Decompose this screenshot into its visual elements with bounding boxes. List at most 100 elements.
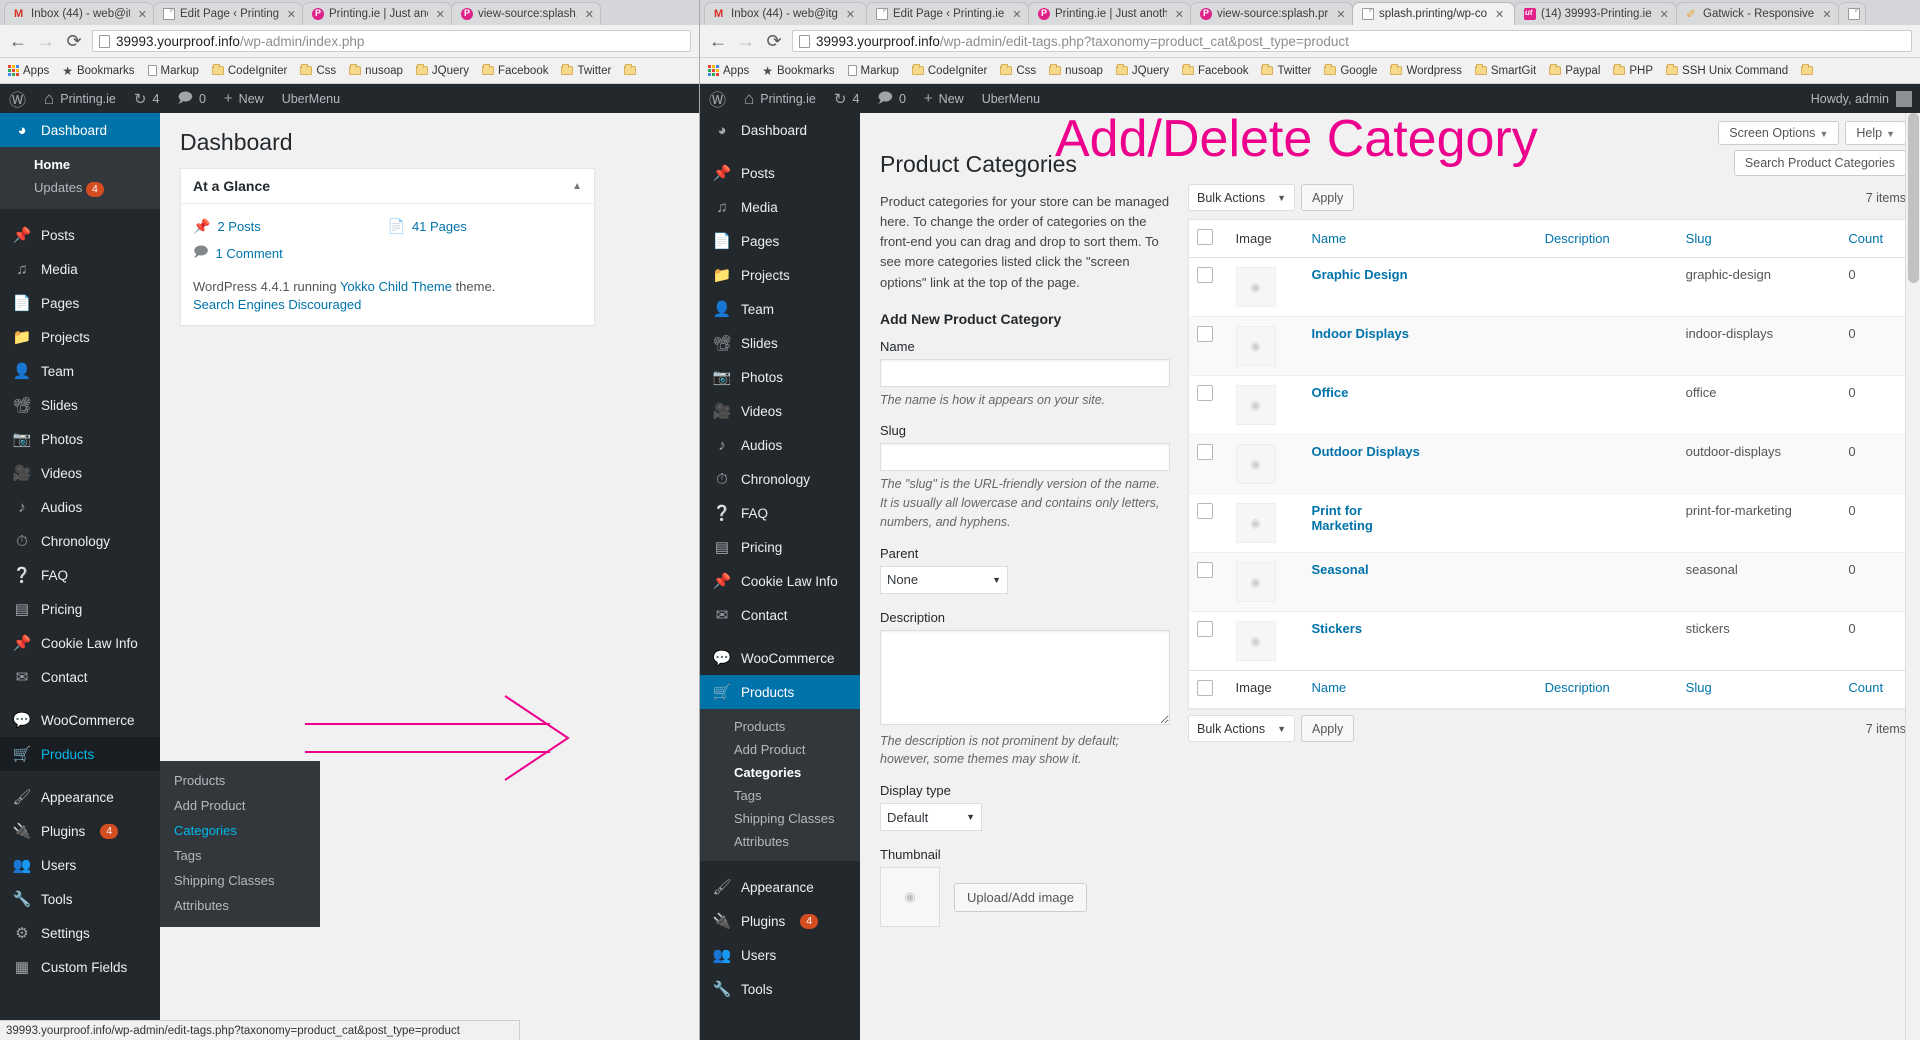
new-content-link[interactable]: New	[915, 84, 973, 113]
sidebar-item-slides[interactable]: 📽 Slides	[700, 326, 860, 360]
comments-link[interactable]: 0	[868, 84, 915, 113]
tab-inbox[interactable]: Inbox (44) - web@itg ✕	[4, 2, 154, 25]
column-header-count[interactable]: Count	[1840, 219, 1906, 258]
column-footer-slug[interactable]: Slug	[1677, 670, 1841, 709]
select-all-header[interactable]	[1188, 219, 1228, 258]
bookmark-smartgit[interactable]: SmartGit	[1474, 64, 1536, 77]
tab-splash-printing[interactable]: splash.printing/wp-co ✕	[1352, 2, 1515, 25]
sidebar-item-projects[interactable]: 📁 Projects	[700, 258, 860, 292]
sidebar-item-chronology[interactable]: ⏱ Chronology	[700, 462, 860, 496]
close-icon[interactable]: ✕	[1012, 8, 1021, 21]
bookmark-twitter[interactable]: Twitter	[1261, 64, 1311, 77]
sidebar-item-faq[interactable]: ❔ FAQ	[700, 496, 860, 530]
search-engines-link[interactable]: Search Engines Discouraged	[193, 297, 361, 312]
sidebar-item-contact[interactable]: ✉ Contact	[700, 598, 860, 632]
row-count-cell[interactable]: 0	[1840, 316, 1906, 376]
row-checkbox-cell[interactable]	[1188, 257, 1228, 317]
tab-39993-printing[interactable]: (14) 39993-Printing.ie ✕	[1514, 2, 1677, 25]
tab-view-source[interactable]: view-source:splash.pr ✕	[1190, 2, 1353, 25]
column-footer-name[interactable]: Name	[1303, 670, 1537, 709]
table-row[interactable]: ◉ Print for Marketing print-for-marketin…	[1188, 493, 1906, 553]
row-checkbox[interactable]	[1197, 562, 1213, 578]
row-checkbox[interactable]	[1197, 385, 1213, 401]
sidebar-item-products[interactable]: 🛒 Products	[0, 737, 160, 771]
row-count-cell[interactable]: 0	[1840, 257, 1906, 317]
sidebar-item-slides[interactable]: 📽 Slides	[0, 388, 160, 422]
bookmark-css[interactable]: Css	[1000, 64, 1036, 77]
tab-edit-page[interactable]: Edit Page ‹ Printing.ie ✕	[153, 2, 303, 25]
updates-link[interactable]: 4	[125, 84, 169, 113]
bookmark-paypal[interactable]: Paypal	[1549, 64, 1600, 77]
sidebar-item-plugins[interactable]: 🔌 Plugins 4	[700, 904, 860, 938]
row-count-cell[interactable]: 0	[1840, 611, 1906, 671]
sidebar-item-woocommerce[interactable]: 💬 WooCommerce	[700, 641, 860, 675]
sidebar-item-woocommerce[interactable]: 💬 WooCommerce	[0, 703, 160, 737]
bookmark-markup[interactable]: Markup	[147, 65, 199, 77]
sidebar-item-plugins[interactable]: 🔌 Plugins 4	[0, 814, 160, 848]
ubermenu-link[interactable]: UberMenu	[273, 84, 349, 113]
howdy-menu[interactable]: Howdy, admin	[1811, 90, 1920, 107]
sidebar-item-team[interactable]: 👤 Team	[700, 292, 860, 326]
sidebar-item-cookie-law-info[interactable]: 📌 Cookie Law Info	[700, 564, 860, 598]
submenu-item-categories[interactable]: Categories	[700, 761, 860, 784]
tab-new-overflow[interactable]	[1838, 2, 1866, 25]
sidebar-item-team[interactable]: 👤 Team	[0, 354, 160, 388]
row-name-cell[interactable]: Outdoor Displays	[1303, 434, 1537, 494]
row-checkbox-cell[interactable]	[1188, 434, 1228, 494]
row-checkbox[interactable]	[1197, 444, 1213, 460]
tab-edit-page[interactable]: Edit Page ‹ Printing.ie ✕	[866, 2, 1029, 25]
row-checkbox[interactable]	[1197, 326, 1213, 342]
help-button[interactable]: Help ▼	[1845, 121, 1906, 145]
flyout-item-shipping-classes[interactable]: Shipping Classes	[160, 868, 320, 893]
address-bar[interactable]: 39993.yourproof.info/wp-admin/edit-tags.…	[792, 30, 1912, 52]
sidebar-item-projects[interactable]: 📁 Projects	[0, 320, 160, 354]
bookmark-codeigniter[interactable]: CodeIgniter	[211, 64, 287, 77]
column-header-name[interactable]: Name	[1303, 219, 1537, 258]
category-name[interactable]: Outdoor Displays	[1311, 444, 1419, 459]
tab-printing-ie[interactable]: Printing.ie | Just anoth ✕	[302, 2, 452, 25]
bookmark-nusoap[interactable]: nusoap	[349, 64, 403, 77]
close-icon[interactable]: ✕	[1660, 8, 1669, 21]
row-checkbox-cell[interactable]	[1188, 552, 1228, 612]
row-name-cell[interactable]: Office	[1303, 375, 1537, 435]
sidebar-item-media[interactable]: ♫ Media	[700, 190, 860, 224]
bookmark-apps[interactable]: Apps	[8, 65, 49, 77]
description-textarea[interactable]	[880, 629, 1170, 725]
sidebar-item-pricing[interactable]: ▤ Pricing	[700, 530, 860, 564]
category-name[interactable]: Print for Marketing	[1311, 503, 1375, 533]
flyout-item-add-product[interactable]: Add Product	[160, 793, 320, 818]
bulk-actions-select-top[interactable]: Bulk Actions ▼	[1188, 184, 1296, 211]
bookmark-facebook[interactable]: Facebook	[481, 64, 548, 77]
bookmark-bookmarks[interactable]: Bookmarks	[62, 64, 135, 78]
forward-icon[interactable]: →	[736, 32, 756, 50]
row-count-cell[interactable]: 0	[1840, 434, 1906, 494]
bookmark-facebook[interactable]: Facebook	[1181, 64, 1248, 77]
submenu-item-home[interactable]: Home	[0, 153, 160, 176]
category-name[interactable]: Graphic Design	[1311, 267, 1407, 282]
row-count-cell[interactable]: 0	[1840, 552, 1906, 612]
bookmark-twitter[interactable]: Twitter	[561, 64, 611, 77]
column-footer-description[interactable]: Description	[1536, 670, 1678, 709]
glance-comments[interactable]: 🗩 1 Comment	[193, 238, 388, 268]
sidebar-item-contact[interactable]: ✉ Contact	[0, 660, 160, 694]
close-icon[interactable]: ✕	[1336, 8, 1345, 21]
row-checkbox[interactable]	[1197, 621, 1213, 637]
updates-link[interactable]: 4	[825, 84, 869, 113]
submenu-item-attributes[interactable]: Attributes	[700, 830, 860, 853]
sidebar-item-tools[interactable]: 🔧 Tools	[0, 882, 160, 916]
row-checkbox[interactable]	[1197, 503, 1213, 519]
sidebar-item-settings[interactable]: ⚙ Settings	[0, 916, 160, 950]
wp-logo-icon[interactable]	[700, 84, 735, 113]
apply-button-top[interactable]: Apply	[1301, 184, 1355, 211]
row-name-cell[interactable]: Print for Marketing	[1303, 493, 1537, 553]
close-icon[interactable]: ✕	[287, 8, 296, 21]
flyout-item-categories[interactable]: Categories	[160, 818, 320, 843]
category-name[interactable]: Stickers	[1311, 621, 1362, 636]
bookmark-php[interactable]: PHP	[1613, 64, 1653, 77]
category-name[interactable]: Seasonal	[1311, 562, 1368, 577]
sidebar-item-appearance[interactable]: 🖌 Appearance	[700, 870, 860, 904]
upload-add-image-button[interactable]: Upload/Add image	[954, 882, 1087, 912]
display-type-select[interactable]: Default ▼	[880, 803, 982, 832]
row-checkbox-cell[interactable]	[1188, 611, 1228, 671]
category-name[interactable]: Office	[1311, 385, 1348, 400]
